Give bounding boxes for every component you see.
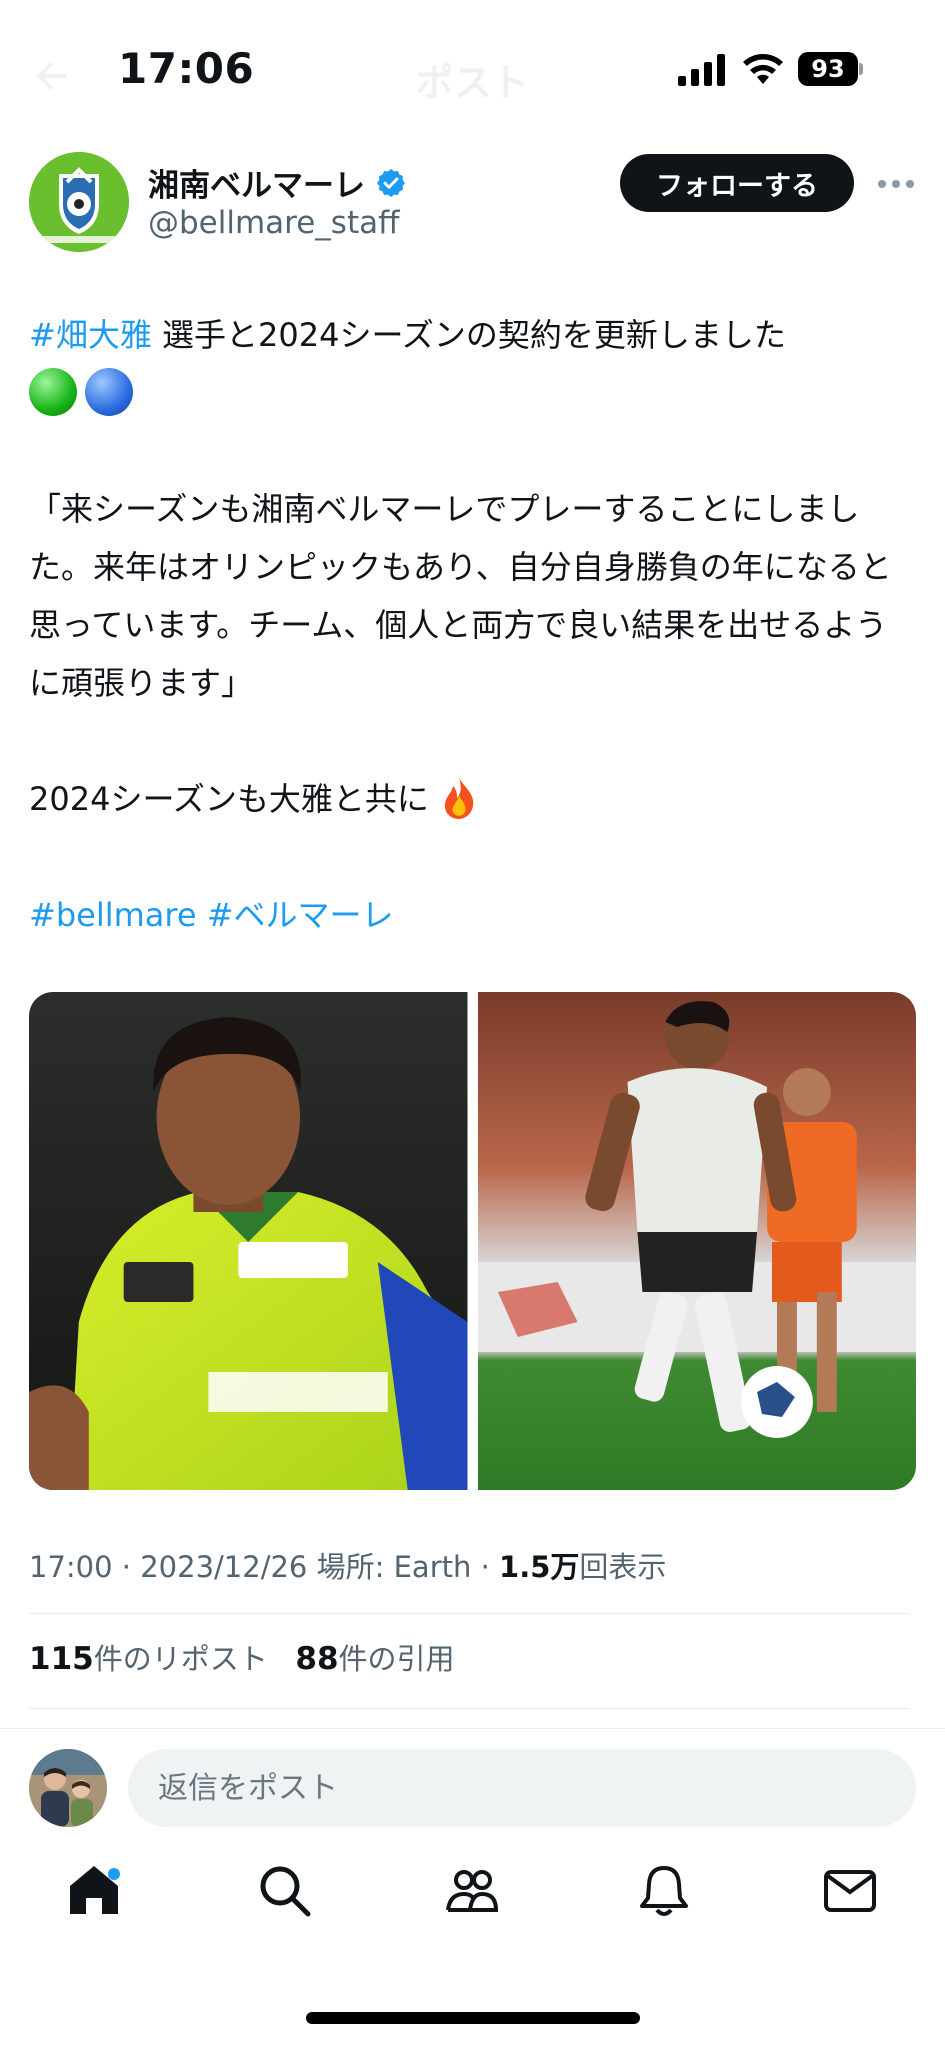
closing-text: 2024シーズンも大雅と共に xyxy=(29,780,429,818)
more-dots-icon[interactable] xyxy=(876,166,916,202)
reposts-stat[interactable]: 115件のリポスト xyxy=(29,1641,268,1677)
messages-icon[interactable] xyxy=(820,1860,880,1920)
search-icon[interactable] xyxy=(254,1860,314,1920)
tweet-hashtags: #bellmare #ベルマーレ xyxy=(29,886,909,944)
views-label: 回表示 xyxy=(579,1550,667,1584)
clock: 17:06 xyxy=(118,44,255,93)
engagement-stats: 115件のリポスト 88件の引用 xyxy=(29,1636,455,1678)
display-name-text: 湘南ベルマーレ xyxy=(148,168,365,204)
reply-bar xyxy=(0,1728,945,1840)
tweet-text: #畑大雅 選手と2024シーズンの契約を更新しました 「来シーズンも湘南ベルマー… xyxy=(29,306,909,944)
tweet-closing: 2024シーズンも大雅と共に xyxy=(29,770,909,828)
bottom-tab-bar xyxy=(0,1860,945,1950)
tweet-text-segment: 選手と2024シーズンの契約を更新しました xyxy=(151,316,786,354)
reposts-label: 件のリポスト xyxy=(93,1642,268,1676)
quotes-label: 件の引用 xyxy=(338,1642,455,1676)
wifi-icon xyxy=(743,54,783,84)
quotes-count: 88 xyxy=(295,1641,339,1677)
follow-button[interactable]: フォローする xyxy=(620,154,854,212)
bellmare-crest-icon xyxy=(29,152,129,252)
notifications-icon[interactable] xyxy=(634,1860,694,1920)
home-notification-dot xyxy=(108,1868,120,1880)
tweet-line-1: #畑大雅 選手と2024シーズンの契約を更新しました xyxy=(29,306,909,364)
fire-emoji-icon xyxy=(444,778,474,819)
current-user-avatar[interactable] xyxy=(29,1749,107,1827)
battery-level: 93 xyxy=(798,52,858,86)
hashtag-link[interactable]: #bellmare xyxy=(29,896,197,934)
views-count: 1.5万 xyxy=(499,1550,580,1584)
home-indicator[interactable] xyxy=(306,2012,640,2024)
green-circle-emoji-icon xyxy=(29,368,77,416)
divider xyxy=(29,1613,909,1614)
post-time[interactable]: 17:00 xyxy=(29,1550,113,1584)
reposts-count: 115 xyxy=(29,1641,94,1677)
status-bar: ポスト 17:06 93 xyxy=(0,0,945,140)
quotes-stat[interactable]: 88件の引用 xyxy=(295,1641,455,1677)
author-handle[interactable]: @bellmare_staff xyxy=(148,205,399,241)
communities-icon[interactable] xyxy=(442,1860,502,1920)
cellular-signal-icon xyxy=(678,54,725,86)
post-date[interactable]: 2023/12/26 xyxy=(140,1550,307,1584)
post-location: 場所: Earth xyxy=(316,1550,472,1584)
verified-badge-icon xyxy=(377,168,405,197)
author-display-name[interactable]: 湘南ベルマーレ xyxy=(148,160,407,205)
emoji-row xyxy=(29,364,909,422)
divider xyxy=(29,1708,909,1709)
battery-indicator: 93 xyxy=(798,52,864,86)
player-portrait-photo[interactable] xyxy=(29,992,468,1490)
author-avatar[interactable] xyxy=(29,152,129,252)
reply-input[interactable] xyxy=(128,1749,916,1827)
tweet-quote: 「来シーズンも湘南ベルマーレでプレーすることにしました。来年はオリンピックもあり… xyxy=(29,490,892,702)
player-dribbling-photo[interactable] xyxy=(477,992,916,1490)
tweet-meta: 17:00 · 2023/12/26 場所: Earth · 1.5万回表示 xyxy=(29,1550,667,1584)
media-grid xyxy=(29,992,916,1490)
blue-circle-emoji-icon xyxy=(85,368,133,416)
hashtag-link[interactable]: #畑大雅 xyxy=(29,316,152,354)
hashtag-link[interactable]: #ベルマーレ xyxy=(207,896,394,934)
